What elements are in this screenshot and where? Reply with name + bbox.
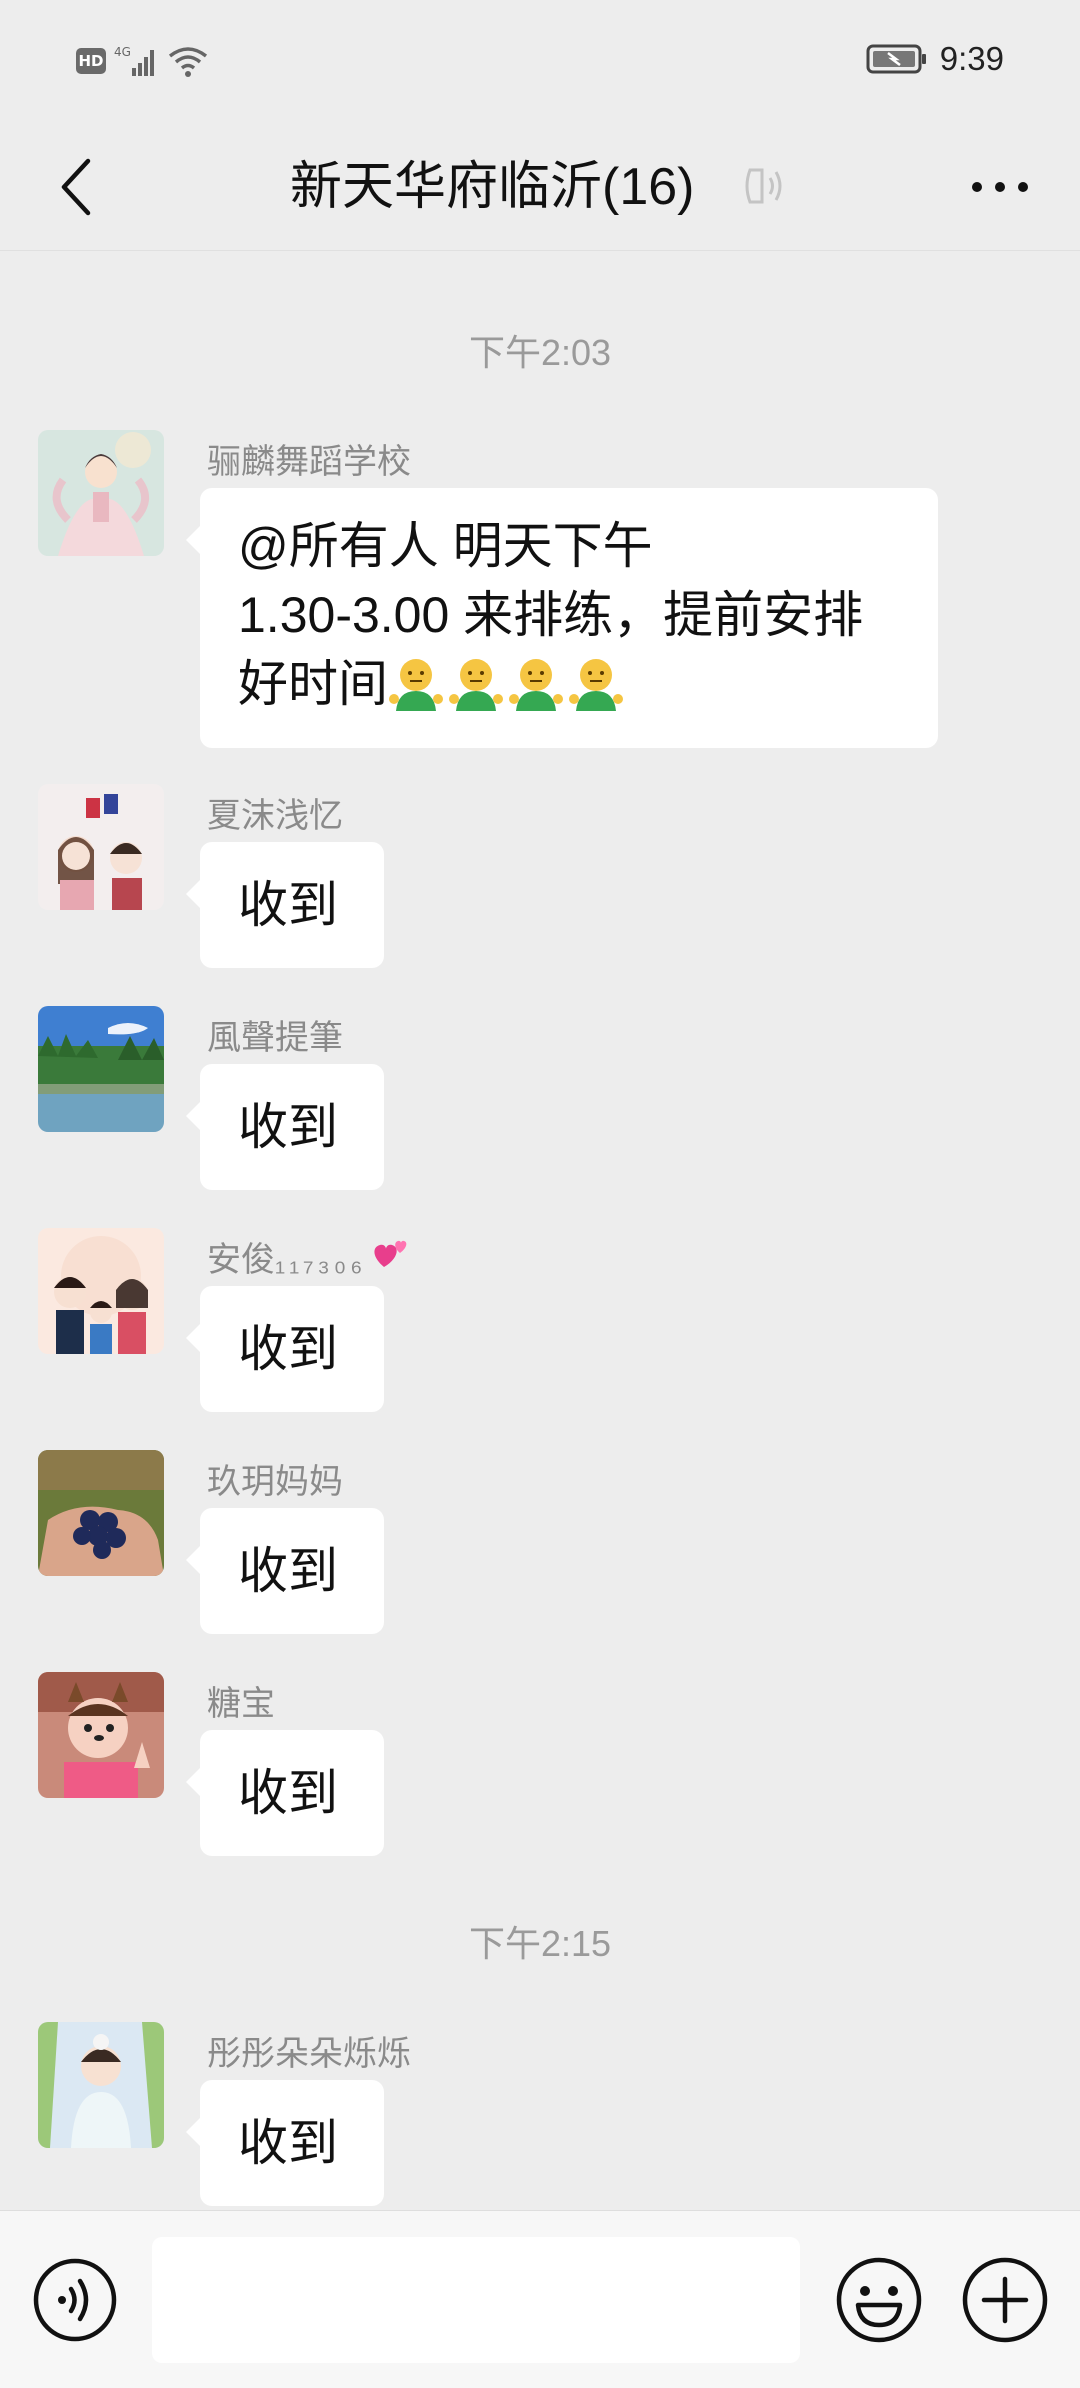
message-row: 風聲提筆 收到 — [0, 1006, 1080, 1196]
message-bubble[interactable]: 收到 — [186, 1730, 384, 1856]
avatar[interactable] — [38, 1672, 164, 1798]
cellular-signal-icon: 4G — [114, 45, 154, 76]
avatar[interactable] — [38, 1006, 164, 1132]
message-bubble[interactable]: 收到 — [186, 1508, 384, 1634]
sender-name: 彤彤朵朵烁烁 — [207, 2035, 411, 2073]
emoji-icon — [836, 2257, 922, 2343]
avatar[interactable] — [38, 430, 164, 556]
sender-name: 夏沫浅忆 — [207, 797, 343, 835]
sender-name-suffix: ₁₁₇₃₀₆ — [275, 1245, 367, 1278]
avatar[interactable] — [38, 1450, 164, 1576]
message-text: 收到 — [238, 1543, 338, 1599]
message-row: 彤彤朵朵烁烁 收到 — [0, 2022, 1080, 2212]
emoji-button[interactable] — [834, 2255, 924, 2345]
sender-name: 風聲提筆 — [207, 1019, 343, 1057]
avatar-image — [38, 430, 164, 556]
shrug-person-emoji-icon — [509, 659, 563, 711]
chat-screen: HD 4G 9:39 新天华府临沂(16) 下午2:03 骊麟舞蹈学校 @所有人… — [0, 0, 1080, 2388]
message-bubble[interactable]: @所有人 明天下午 1.30-3.00 来排练，提前安排 好时间 — [186, 488, 938, 748]
shrug-person-emoji-icon — [389, 659, 443, 711]
timestamp: 下午2:15 — [468, 1923, 612, 1964]
status-right: 9:39 — [866, 40, 1004, 78]
voice-icon — [33, 2258, 117, 2342]
message-row: 糖宝 收到 — [0, 1672, 1080, 1862]
message-row: 夏沫浅忆 收到 — [0, 784, 1080, 974]
shrug-person-emoji-icon — [569, 659, 623, 711]
sender-name: 糖宝 — [207, 1685, 275, 1723]
avatar[interactable] — [38, 784, 164, 910]
message-text: 收到 — [238, 1321, 338, 1377]
timestamp: 下午2:03 — [468, 332, 612, 373]
back-button[interactable] — [36, 144, 116, 230]
status-time: 9:39 — [939, 40, 1004, 77]
avatar-image — [38, 1672, 164, 1798]
message-row: 安俊₁₁₇₃₀₆ 收到 — [0, 1228, 1080, 1418]
message-text-line: 1.30-3.00 来排练，提前安排 — [238, 587, 864, 643]
message-row: 玖玥妈妈 收到 — [0, 1450, 1080, 1640]
message-text: 收到 — [238, 877, 338, 933]
plus-button[interactable] — [960, 2255, 1050, 2345]
battery-icon — [866, 44, 926, 74]
more-icon — [972, 182, 1028, 192]
nav-bar: 新天华府临沂(16) — [0, 124, 1080, 251]
sender-name: 骊麟舞蹈学校 — [207, 443, 411, 481]
chevron-left-icon — [61, 158, 91, 216]
avatar-image — [38, 2022, 164, 2148]
avatar-image — [38, 784, 164, 910]
message-input[interactable] — [152, 2237, 800, 2363]
message-bubble[interactable]: 收到 — [186, 1286, 384, 1412]
plus-icon — [962, 2257, 1048, 2343]
message-row: 骊麟舞蹈学校 @所有人 明天下午 1.30-3.00 来排练，提前安排 好时间 — [0, 430, 1080, 750]
message-text: 收到 — [238, 1099, 338, 1155]
avatar[interactable] — [38, 1228, 164, 1354]
avatar-image — [38, 1450, 164, 1576]
more-button[interactable] — [960, 152, 1040, 222]
message-bubble[interactable]: 收到 — [186, 842, 384, 968]
mute-icon — [745, 168, 782, 204]
message-text-line: @所有人 明天下午 — [238, 518, 653, 574]
message-bubble[interactable]: 收到 — [186, 2080, 384, 2206]
shrug-person-emoji-icon — [449, 659, 503, 711]
network-label: 4G — [114, 45, 131, 59]
message-text: 收到 — [238, 1765, 338, 1821]
sender-name-text: 安俊 — [207, 1241, 275, 1279]
chat-title: 新天华府临沂(16) — [290, 158, 695, 216]
emoji-group — [388, 655, 624, 711]
avatar-image — [38, 1006, 164, 1132]
wifi-icon — [168, 47, 208, 77]
message-text: 收到 — [238, 2115, 338, 2171]
two-hearts-icon — [374, 1240, 407, 1267]
message-text-line-wrap: 好时间 — [238, 650, 908, 719]
sender-name: 安俊₁₁₇₃₀₆ — [207, 1232, 412, 1281]
input-bar — [0, 2210, 1080, 2388]
message-text-line: 好时间 — [238, 656, 388, 712]
sender-name: 玖玥妈妈 — [207, 1463, 343, 1501]
message-bubble[interactable]: 收到 — [186, 1064, 384, 1190]
hd-badge: HD — [76, 48, 106, 74]
status-bar: HD 4G 9:39 — [0, 0, 1080, 124]
avatar[interactable] — [38, 2022, 164, 2148]
avatar-image — [38, 1228, 164, 1354]
voice-button[interactable] — [32, 2257, 118, 2343]
status-left: HD 4G — [76, 44, 208, 78]
